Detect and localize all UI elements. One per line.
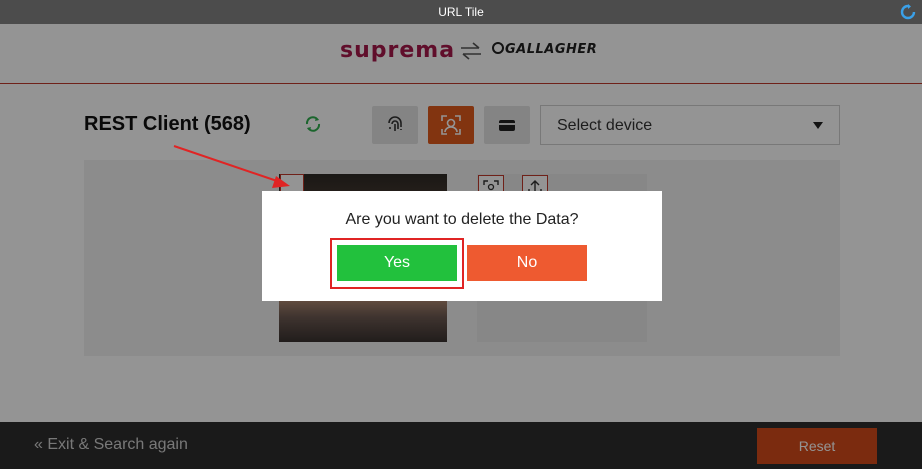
no-button[interactable]: No — [467, 245, 587, 281]
yes-button[interactable]: Yes — [337, 245, 457, 281]
window-title: URL Tile — [438, 5, 484, 19]
confirm-delete-dialog: Are you want to delete the Data? Yes No — [262, 191, 662, 301]
dialog-message: Are you want to delete the Data? — [345, 211, 579, 228]
window-titlebar: URL Tile — [0, 0, 922, 24]
refresh-icon[interactable] — [900, 4, 916, 20]
